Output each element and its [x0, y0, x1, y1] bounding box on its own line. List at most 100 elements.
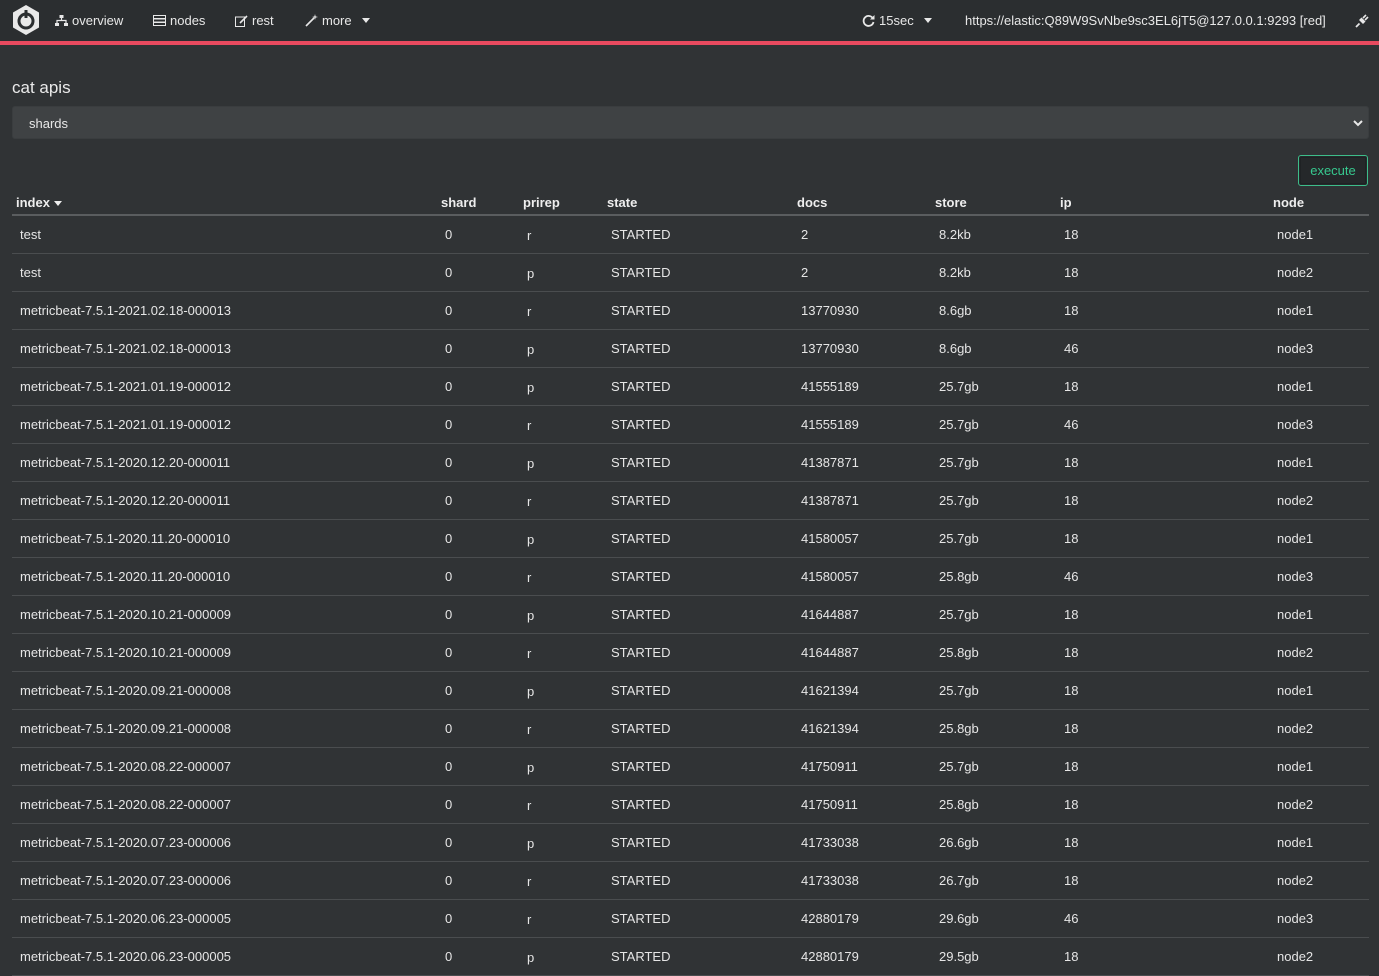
refresh-icon: [862, 15, 875, 27]
cell-docs: 41644887: [793, 633, 931, 672]
nav-nodes[interactable]: nodes: [153, 0, 205, 41]
cell-docs: 41621394: [793, 709, 931, 748]
cell-prirep: r: [519, 709, 603, 748]
cell-state: STARTED: [603, 595, 793, 634]
nav-more-dropdown[interactable]: more: [305, 0, 370, 41]
refresh-interval-dropdown[interactable]: 15sec: [862, 0, 932, 41]
cell-index: metricbeat-7.5.1-2020.12.20-000011: [12, 443, 437, 482]
column-header-index[interactable]: index: [12, 190, 437, 216]
cell-node: node1: [1269, 747, 1369, 786]
cell-docs: 42880179: [793, 899, 931, 938]
cell-docs: 41580057: [793, 519, 931, 558]
cell-shard: 0: [437, 291, 519, 330]
cell-state: STARTED: [603, 481, 793, 520]
cell-node: node1: [1269, 519, 1369, 558]
nav-rest[interactable]: rest: [235, 0, 274, 41]
column-header-prirep[interactable]: prirep: [519, 190, 603, 216]
cell-index: test: [12, 253, 437, 292]
disconnect-button[interactable]: [1355, 0, 1369, 41]
column-header-store[interactable]: store: [931, 190, 1056, 216]
table-row: test 0 p STARTED 2 8.2kb 18 node2: [12, 253, 1369, 292]
cell-prirep: p: [519, 519, 603, 558]
cell-shard: 0: [437, 823, 519, 862]
cell-store: 25.7gb: [931, 481, 1056, 520]
cell-store: 25.8gb: [931, 633, 1056, 672]
nav-more-label: more: [322, 13, 352, 28]
cell-prirep: p: [519, 253, 603, 292]
cell-prirep: r: [519, 481, 603, 520]
cat-api-select[interactable]: shards: [12, 106, 1369, 139]
cell-prirep: p: [519, 747, 603, 786]
cell-node: node1: [1269, 215, 1369, 254]
cell-node: node2: [1269, 253, 1369, 292]
cell-prirep: r: [519, 785, 603, 824]
cell-index: metricbeat-7.5.1-2020.11.20-000010: [12, 557, 437, 596]
nav-overview-label: overview: [72, 13, 124, 28]
column-header-shard[interactable]: shard: [437, 190, 519, 216]
nav-overview[interactable]: overview: [55, 0, 123, 41]
table-row: metricbeat-7.5.1-2020.10.21-000009 0 r STAR…: [12, 633, 1369, 672]
cell-node: node1: [1269, 291, 1369, 330]
cell-index: metricbeat-7.5.1-2020.08.22-000007: [12, 747, 437, 786]
cell-state: STARTED: [603, 519, 793, 558]
cell-node: node2: [1269, 937, 1369, 976]
cell-state: STARTED: [603, 215, 793, 254]
table-row: metricbeat-7.5.1-2020.10.21-000009 0 p STAR…: [12, 595, 1369, 634]
cell-docs: 41733038: [793, 861, 931, 900]
column-header-ip[interactable]: ip: [1056, 190, 1269, 216]
cell-node: node3: [1269, 899, 1369, 938]
cell-prirep: p: [519, 823, 603, 862]
cell-index: metricbeat-7.5.1-2020.09.21-000008: [12, 709, 437, 748]
cell-docs: 41555189: [793, 367, 931, 406]
cell-store: 25.7gb: [931, 519, 1056, 558]
plug-icon: [1355, 13, 1369, 28]
cell-docs: 13770930: [793, 329, 931, 368]
cell-state: STARTED: [603, 823, 793, 862]
cell-store: 25.7gb: [931, 405, 1056, 444]
cell-ip: 18: [1056, 367, 1269, 406]
cell-docs: 41733038: [793, 823, 931, 862]
cell-docs: 41621394: [793, 671, 931, 710]
cell-prirep: p: [519, 671, 603, 710]
cell-state: STARTED: [603, 861, 793, 900]
cell-node: node3: [1269, 405, 1369, 444]
cell-ip: 18: [1056, 861, 1269, 900]
table-row: test 0 r STARTED 2 8.2kb 18 node1: [12, 215, 1369, 254]
cell-store: 26.6gb: [931, 823, 1056, 862]
cell-node: node2: [1269, 785, 1369, 824]
column-header-state[interactable]: state: [603, 190, 793, 216]
table-row: metricbeat-7.5.1-2020.11.20-000010 0 p STAR…: [12, 519, 1369, 558]
execute-button[interactable]: execute: [1298, 155, 1368, 186]
cell-docs: 41555189: [793, 405, 931, 444]
cell-prirep: p: [519, 367, 603, 406]
connection-url[interactable]: https://elastic:Q89W9SvNbe9sc3EL6jT5@127…: [965, 0, 1326, 41]
column-header-node[interactable]: node: [1269, 190, 1369, 216]
cell-store: 25.8gb: [931, 709, 1056, 748]
cell-state: STARTED: [603, 367, 793, 406]
cell-state: STARTED: [603, 785, 793, 824]
cell-ip: 18: [1056, 595, 1269, 634]
column-header-docs[interactable]: docs: [793, 190, 931, 216]
table-row: metricbeat-7.5.1-2020.12.20-000011 0 r STAR…: [12, 481, 1369, 520]
cell-state: STARTED: [603, 329, 793, 368]
cell-index: metricbeat-7.5.1-2021.02.18-000013: [12, 291, 437, 330]
cell-shard: 0: [437, 937, 519, 976]
cell-state: STARTED: [603, 671, 793, 710]
table-row: metricbeat-7.5.1-2020.09.21-000008 0 p STAR…: [12, 671, 1369, 710]
cell-docs: 41580057: [793, 557, 931, 596]
cell-state: STARTED: [603, 557, 793, 596]
cerebro-logo-icon[interactable]: [10, 4, 42, 36]
table-row: metricbeat-7.5.1-2020.06.23-000005 0 p STAR…: [12, 937, 1369, 976]
cell-ip: 18: [1056, 481, 1269, 520]
cell-state: STARTED: [603, 291, 793, 330]
cell-store: 25.7gb: [931, 671, 1056, 710]
cell-shard: 0: [437, 405, 519, 444]
table-row: metricbeat-7.5.1-2020.09.21-000008 0 r STAR…: [12, 709, 1369, 748]
cell-store: 25.7gb: [931, 747, 1056, 786]
table-row: metricbeat-7.5.1-2021.01.19-000012 0 p STAR…: [12, 367, 1369, 406]
cell-index: metricbeat-7.5.1-2020.07.23-000006: [12, 861, 437, 900]
cell-shard: 0: [437, 215, 519, 254]
cell-shard: 0: [437, 899, 519, 938]
cell-docs: 41750911: [793, 747, 931, 786]
table-row: metricbeat-7.5.1-2021.02.18-000013 0 r STAR…: [12, 291, 1369, 330]
